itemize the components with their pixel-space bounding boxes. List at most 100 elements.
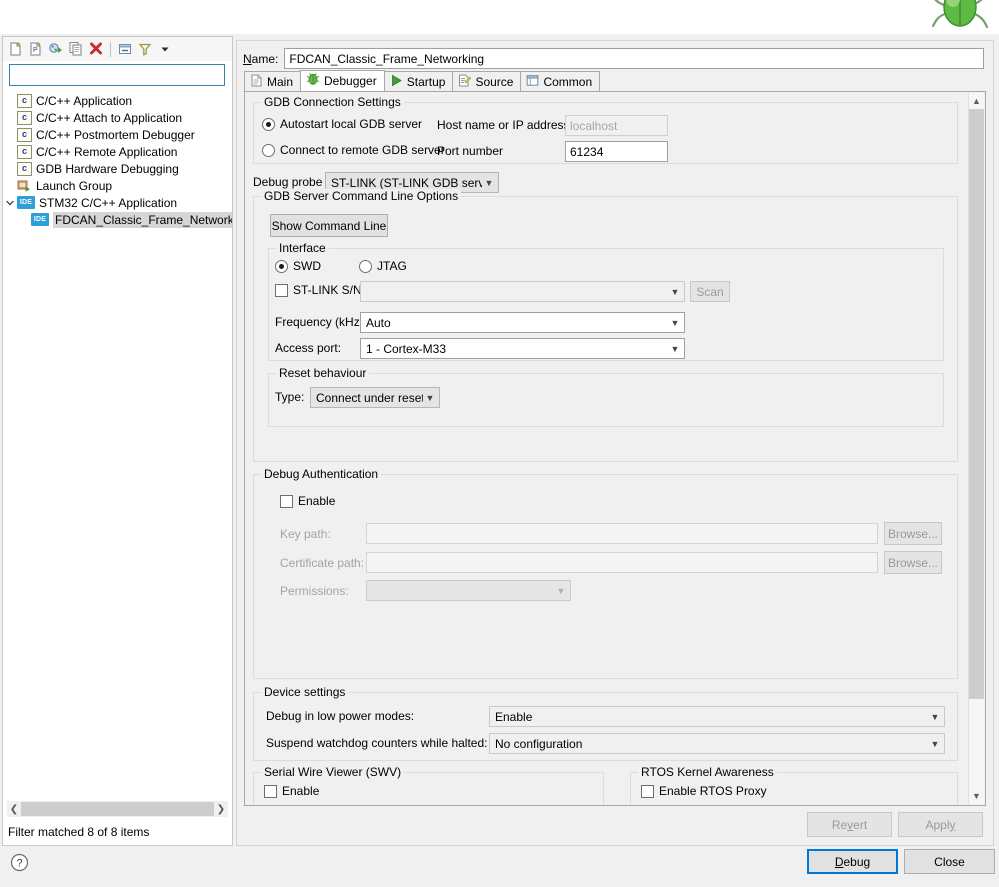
rtos-enable-checkbox[interactable] bbox=[641, 784, 654, 798]
launch-configuration-tree[interactable]: c C/C++ Application c C/C++ Attach to Ap… bbox=[3, 92, 232, 792]
c-file-icon: c bbox=[17, 144, 32, 159]
close-button[interactable]: Close bbox=[904, 849, 995, 874]
tab-label: Common bbox=[543, 74, 593, 89]
swd-radio[interactable] bbox=[275, 259, 288, 273]
autostart-local-gdb-server-radio-row[interactable]: Autostart local GDB server bbox=[262, 117, 422, 131]
duplicate-icon[interactable] bbox=[66, 39, 86, 59]
view-menu-icon[interactable] bbox=[155, 39, 175, 59]
key-path-browse-button[interactable]: Browse... bbox=[884, 522, 942, 545]
connect-remote-gdb-server-radio[interactable] bbox=[262, 143, 275, 157]
tab-source[interactable]: Source bbox=[452, 71, 522, 91]
swd-radio-row[interactable]: SWD bbox=[275, 259, 321, 273]
key-path-label-row: Key path: bbox=[280, 527, 331, 541]
port-number-input[interactable] bbox=[565, 141, 668, 162]
tree-item-c-cpp-remote-application[interactable]: c C/C++ Remote Application bbox=[3, 143, 232, 160]
show-command-line-button[interactable]: Show Command Line bbox=[270, 214, 388, 237]
hscroll-trough[interactable] bbox=[21, 802, 214, 816]
port-number-label: Port number bbox=[437, 144, 504, 158]
swd-label: SWD bbox=[293, 259, 321, 273]
tab-label: Main bbox=[267, 74, 294, 89]
revert-label: Revert bbox=[831, 817, 868, 832]
frequency-combo[interactable]: Auto ▼ bbox=[360, 312, 685, 333]
interface-group: Interface SWD JTAG ST-LINK S/N ▼ Scan Fr… bbox=[268, 241, 944, 361]
jtag-radio[interactable] bbox=[359, 259, 372, 273]
debug-auth-enable-row[interactable]: Enable bbox=[280, 494, 335, 508]
new-launch-configuration-icon[interactable] bbox=[6, 39, 26, 59]
tree-item-fdcan-classic-frame-networking[interactable]: IDE FDCAN_Classic_Frame_Networkin bbox=[3, 211, 232, 228]
stlink-sn-checkbox[interactable] bbox=[275, 283, 288, 297]
filter-icon[interactable] bbox=[135, 39, 155, 59]
chevron-down-icon[interactable] bbox=[4, 197, 16, 209]
scroll-down-icon[interactable]: ▼ bbox=[969, 788, 984, 804]
certificate-path-browse-button[interactable]: Browse... bbox=[884, 551, 942, 574]
tree-item-c-cpp-attach-to-application[interactable]: c C/C++ Attach to Application bbox=[3, 109, 232, 126]
reset-type-value: Connect under reset bbox=[316, 390, 423, 405]
tab-startup[interactable]: Startup bbox=[383, 71, 454, 91]
chevron-down-icon: ▼ bbox=[670, 286, 680, 297]
certificate-path-input[interactable] bbox=[366, 552, 878, 573]
tab-common[interactable]: Common bbox=[520, 71, 601, 91]
revert-button[interactable]: Revert bbox=[807, 812, 892, 837]
swv-enable-row[interactable]: Enable bbox=[264, 784, 319, 798]
c-file-icon: c bbox=[17, 110, 32, 125]
rtos-enable-row[interactable]: Enable RTOS Proxy bbox=[641, 784, 767, 798]
table-icon bbox=[526, 74, 539, 90]
host-name-input[interactable] bbox=[565, 115, 668, 136]
port-number-label-row: Port number bbox=[437, 144, 503, 158]
help-question-icon[interactable]: ? bbox=[10, 853, 29, 872]
chevron-down-icon: ▼ bbox=[930, 738, 940, 749]
swv-enable-checkbox[interactable] bbox=[264, 784, 277, 798]
stlink-sn-combo[interactable]: ▼ bbox=[360, 281, 685, 302]
connect-remote-gdb-server-radio-row[interactable]: Connect to remote GDB server bbox=[262, 143, 445, 157]
permissions-combo[interactable]: ▼ bbox=[366, 580, 571, 601]
host-name-label-row: Host name or IP address bbox=[437, 118, 570, 132]
watchdog-combo[interactable]: No configuration ▼ bbox=[489, 733, 945, 754]
autostart-local-gdb-server-radio[interactable] bbox=[262, 117, 275, 131]
new-prototype-icon[interactable]: P bbox=[26, 39, 46, 59]
scroll-right-icon[interactable]: ❯ bbox=[214, 801, 228, 817]
gdb-connection-settings-title: GDB Connection Settings bbox=[261, 95, 404, 109]
bug-icon bbox=[306, 73, 320, 89]
apply-label: Apply bbox=[925, 817, 956, 832]
rtos-kernel-awareness-title: RTOS Kernel Awareness bbox=[638, 765, 777, 779]
play-icon bbox=[390, 74, 403, 90]
key-path-input[interactable] bbox=[366, 523, 878, 544]
export-launch-configuration-icon[interactable] bbox=[46, 39, 66, 59]
tree-item-label: Launch Group bbox=[36, 178, 113, 193]
tree-item-launch-group[interactable]: Launch Group bbox=[3, 177, 232, 194]
tree-horizontal-scrollbar[interactable]: ❮ ❯ bbox=[7, 801, 228, 817]
debug-auth-enable-checkbox[interactable] bbox=[280, 494, 293, 508]
debug-label: Debug bbox=[834, 854, 871, 869]
jtag-radio-row[interactable]: JTAG bbox=[359, 259, 407, 273]
scan-label: Scan bbox=[696, 284, 724, 299]
scroll-left-icon[interactable]: ❮ bbox=[7, 801, 21, 817]
debug-button[interactable]: Debug bbox=[807, 849, 898, 874]
low-power-combo[interactable]: Enable ▼ bbox=[489, 706, 945, 727]
tree-item-gdb-hardware-debugging[interactable]: c GDB Hardware Debugging bbox=[3, 160, 232, 177]
hscroll-thumb[interactable] bbox=[21, 802, 214, 816]
debugger-tab-vertical-scrollbar[interactable]: ▲ ▼ bbox=[968, 93, 984, 804]
stlink-sn-checkbox-row[interactable]: ST-LINK S/N bbox=[275, 283, 362, 297]
scroll-up-icon[interactable]: ▲ bbox=[969, 93, 984, 109]
access-port-combo[interactable]: 1 - Cortex-M33 ▼ bbox=[360, 338, 685, 359]
scan-button[interactable]: Scan bbox=[690, 281, 730, 302]
apply-button[interactable]: Apply bbox=[898, 812, 983, 837]
collapse-all-icon[interactable] bbox=[115, 39, 135, 59]
tab-label: Debugger bbox=[324, 74, 377, 88]
debug-authentication-group: Debug Authentication Enable Key path: Br… bbox=[253, 467, 958, 679]
configuration-name-input[interactable] bbox=[284, 48, 985, 69]
c-file-icon: c bbox=[17, 93, 32, 108]
tree-item-c-cpp-postmortem-debugger[interactable]: c C/C++ Postmortem Debugger bbox=[3, 126, 232, 143]
tab-main[interactable]: Main bbox=[244, 71, 302, 91]
connect-remote-gdb-server-label: Connect to remote GDB server bbox=[280, 143, 445, 157]
vscroll-thumb[interactable] bbox=[969, 109, 984, 699]
access-port-label: Access port: bbox=[275, 341, 342, 355]
tree-item-stm32-c-cpp-application[interactable]: IDE STM32 C/C++ Application bbox=[3, 194, 232, 211]
reset-behaviour-group: Reset behaviour Type: Connect under rese… bbox=[268, 366, 944, 427]
filter-input[interactable] bbox=[9, 64, 225, 86]
tree-item-c-cpp-application[interactable]: c C/C++ Application bbox=[3, 92, 232, 109]
configuration-tabs[interactable]: Main Debugger Startup Source Common bbox=[244, 70, 986, 92]
tab-debugger[interactable]: Debugger bbox=[300, 70, 385, 91]
delete-icon[interactable] bbox=[86, 39, 106, 59]
reset-type-combo[interactable]: Connect under reset ▼ bbox=[310, 387, 440, 408]
